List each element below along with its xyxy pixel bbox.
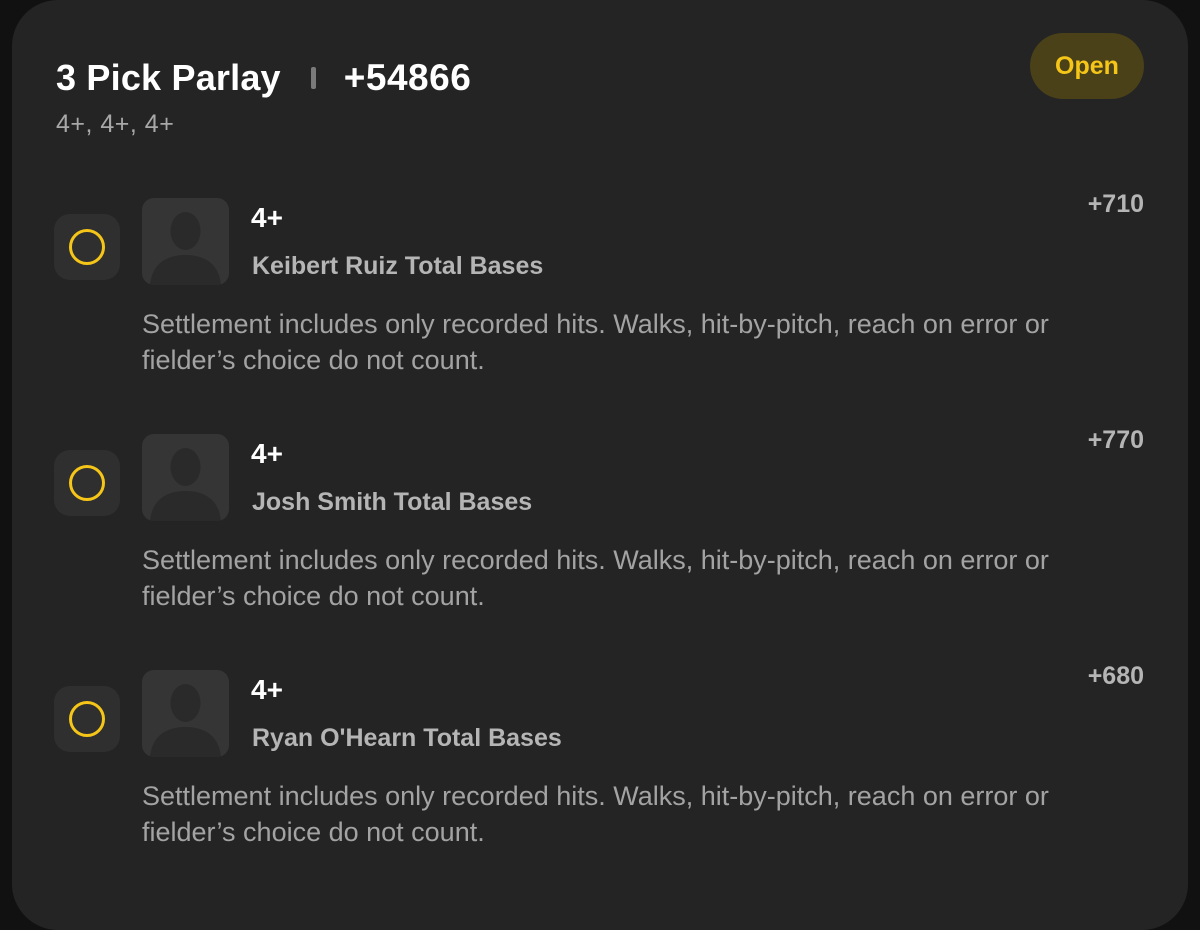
leg-description: Settlement includes only recorded hits. … bbox=[142, 781, 1049, 847]
leg-status-indicator bbox=[54, 450, 120, 516]
leg-odds: +680 bbox=[1087, 662, 1144, 690]
leg-line: 4+ bbox=[251, 202, 283, 233]
pending-circle-icon bbox=[69, 465, 105, 501]
status-badge: Open bbox=[1030, 33, 1144, 99]
leg-player-market: Keibert Ruiz Total Bases bbox=[252, 252, 544, 280]
pending-circle-icon bbox=[69, 229, 105, 265]
parlay-subtitle: 4+, 4+, 4+ bbox=[56, 110, 175, 138]
leg-line: 4+ bbox=[251, 674, 283, 705]
divider bbox=[310, 67, 316, 89]
player-silhouette-icon bbox=[142, 670, 229, 757]
leg-status-indicator bbox=[54, 214, 120, 280]
parlay-total-odds: +54866 bbox=[343, 57, 472, 98]
parlay-header: 3 Pick Parlay +54866 bbox=[56, 54, 471, 102]
leg-status-indicator bbox=[54, 686, 120, 752]
parlay-leg[interactable]: 4+ Keibert Ruiz Total Bases +710 Settlem… bbox=[12, 190, 1188, 398]
leg-player-market: Josh Smith Total Bases bbox=[252, 488, 533, 516]
leg-line: 4+ bbox=[251, 438, 283, 469]
leg-odds: +710 bbox=[1087, 190, 1144, 218]
leg-player-market: Ryan O'Hearn Total Bases bbox=[252, 724, 562, 752]
parlay-card[interactable]: 3 Pick Parlay +54866 4+, 4+, 4+ Open 4+ … bbox=[12, 0, 1188, 930]
leg-description: Settlement includes only recorded hits. … bbox=[142, 545, 1049, 611]
pending-circle-icon bbox=[69, 701, 105, 737]
player-silhouette-icon bbox=[142, 434, 229, 521]
parlay-leg[interactable]: 4+ Josh Smith Total Bases +770 Settlemen… bbox=[12, 426, 1188, 634]
parlay-leg[interactable]: 4+ Ryan O'Hearn Total Bases +680 Settlem… bbox=[12, 662, 1188, 870]
leg-description: Settlement includes only recorded hits. … bbox=[142, 309, 1049, 375]
player-silhouette-icon bbox=[142, 198, 229, 285]
leg-odds: +770 bbox=[1087, 426, 1144, 454]
parlay-title: 3 Pick Parlay bbox=[56, 57, 281, 98]
